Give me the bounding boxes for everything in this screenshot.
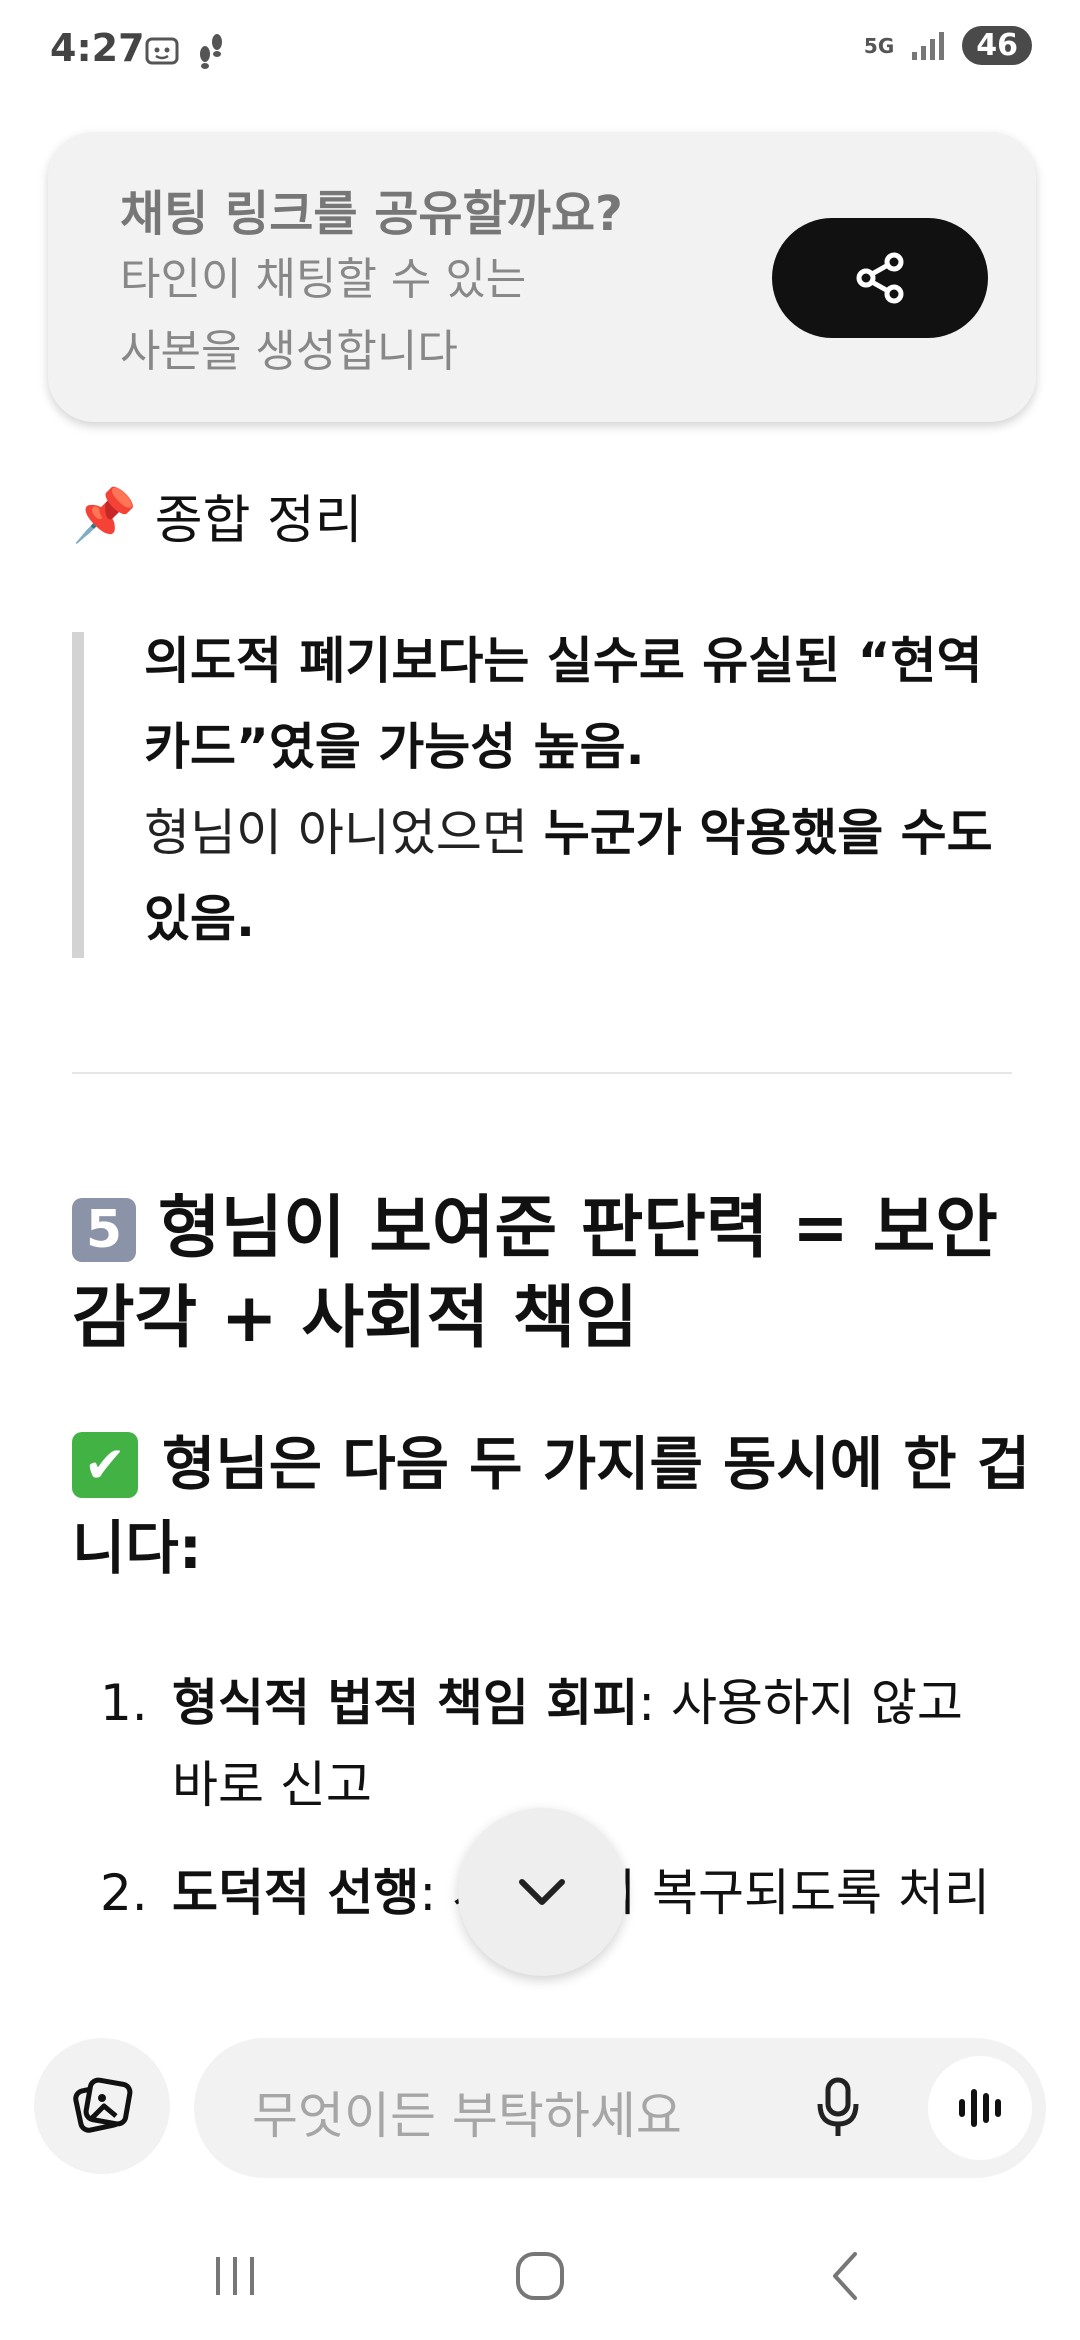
pushpin-icon: 📌 xyxy=(72,486,137,546)
check-mark-icon: ✔ xyxy=(72,1432,138,1498)
photo-attach-icon xyxy=(73,2077,133,2133)
back-icon xyxy=(833,2252,857,2300)
list-item-body: 형식적 법적 책임 회피: 사용하지 않고 바로 신고 xyxy=(172,1662,1020,1826)
system-nav-bar xyxy=(0,2200,1080,2340)
voice-mode-button[interactable] xyxy=(928,2056,1032,2160)
section-5-heading-text: 형님이 보여준 판단력 = 보안 감각 + 사회적 책임 xyxy=(72,1189,998,1358)
keycap-five-icon: 5 xyxy=(72,1198,136,1262)
list-item: 1. 형식적 법적 책임 회피: 사용하지 않고 바로 신고 xyxy=(100,1662,1020,1826)
summary-heading: 📌 종합 정리 xyxy=(72,478,363,553)
message-input-placeholder: 무엇이든 부탁하세요 xyxy=(252,2087,682,2145)
list-item-bold: 형식적 법적 책임 회피 xyxy=(172,1674,639,1732)
list-item-number: 1. xyxy=(100,1674,148,1732)
section-5-heading: 5 형님이 보여준 판단력 = 보안 감각 + 사회적 책임 xyxy=(72,1184,1032,1364)
home-button[interactable] xyxy=(495,2244,585,2308)
network-label: 5G xyxy=(863,33,895,58)
list-item-bold: 도덕적 선행 xyxy=(172,1864,420,1922)
home-icon xyxy=(516,2252,564,2300)
share-button[interactable] xyxy=(772,218,988,338)
summary-quote-text: 의도적 폐기보다는 실수로 유실된 “현역 카드”였을 가능성 높음. 형님이 아… xyxy=(144,618,1044,962)
battery-indicator: 46 xyxy=(962,26,1032,65)
message-input[interactable]: 무엇이든 부탁하세요 xyxy=(194,2038,1046,2178)
microphone-button[interactable] xyxy=(806,2076,870,2140)
status-right: 5G 46 xyxy=(864,26,1032,65)
quote-plain: 형님이 아니었으면 xyxy=(144,804,544,862)
share-card-description-line2: 사본을 생성합니다 xyxy=(120,326,458,377)
back-button[interactable] xyxy=(800,2244,890,2308)
share-card-description-line1: 타인이 채팅할 수 있는 xyxy=(120,254,527,305)
section-5-subheading-text: 형님은 다음 두 가지를 동시에 한 겁니다: xyxy=(72,1430,1031,1582)
voice-mode-icon xyxy=(959,2089,1001,2127)
steps-icon xyxy=(200,34,222,69)
section-divider xyxy=(72,1072,1012,1074)
microphone-icon xyxy=(817,2077,859,2136)
status-bar: 4:27 5G 46 xyxy=(0,0,1080,110)
section-5-subheading: ✔ 형님은 다음 두 가지를 동시에 한 겁니다: xyxy=(72,1422,1032,1590)
share-icon xyxy=(856,252,904,304)
recents-icon xyxy=(216,2257,254,2295)
message-composer: 무엇이든 부탁하세요 xyxy=(0,2010,1080,2190)
signal-icon xyxy=(912,31,945,60)
status-time: 4:27 xyxy=(50,26,145,70)
quote-bold-1: 의도적 폐기보다는 실수로 유실된 “현역 카드”였을 가능성 높음. xyxy=(144,632,983,776)
status-left-icons xyxy=(142,30,226,70)
screenshot-icon xyxy=(145,37,179,65)
share-chat-card: 채팅 링크를 공유할까요? 타인이 채팅할 수 있는 사본을 생성합니다 xyxy=(48,132,1036,422)
chevron-down-icon xyxy=(519,1879,565,1905)
summary-heading-text: 종합 정리 xyxy=(154,491,363,551)
share-card-description: 타인이 채팅할 수 있는 사본을 생성합니다 xyxy=(120,244,640,388)
summary-quote: 의도적 폐기보다는 실수로 유실된 “현역 카드”였을 가능성 높음. 형님이 아… xyxy=(72,632,1044,958)
scroll-to-bottom-button[interactable] xyxy=(458,1808,626,1976)
recents-button[interactable] xyxy=(190,2244,280,2308)
share-card-title: 채팅 링크를 공유할까요? xyxy=(120,186,623,242)
attach-button[interactable] xyxy=(34,2038,170,2174)
